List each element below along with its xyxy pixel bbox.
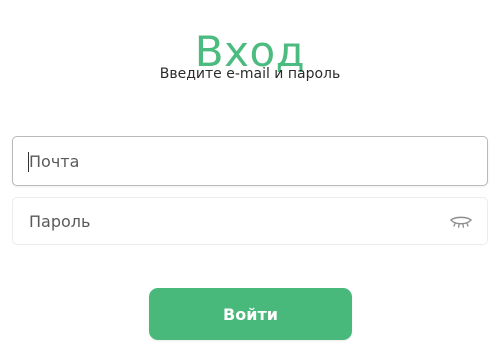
password-placeholder: Пароль xyxy=(29,211,91,231)
email-placeholder: Почта xyxy=(29,151,80,171)
eye-closed-icon[interactable] xyxy=(449,214,473,230)
email-field[interactable]: Почта xyxy=(12,136,488,186)
login-subtitle: Введите e-mail и пароль xyxy=(159,66,341,82)
password-field[interactable]: Пароль xyxy=(12,197,488,245)
login-button[interactable]: Войти xyxy=(149,288,352,340)
